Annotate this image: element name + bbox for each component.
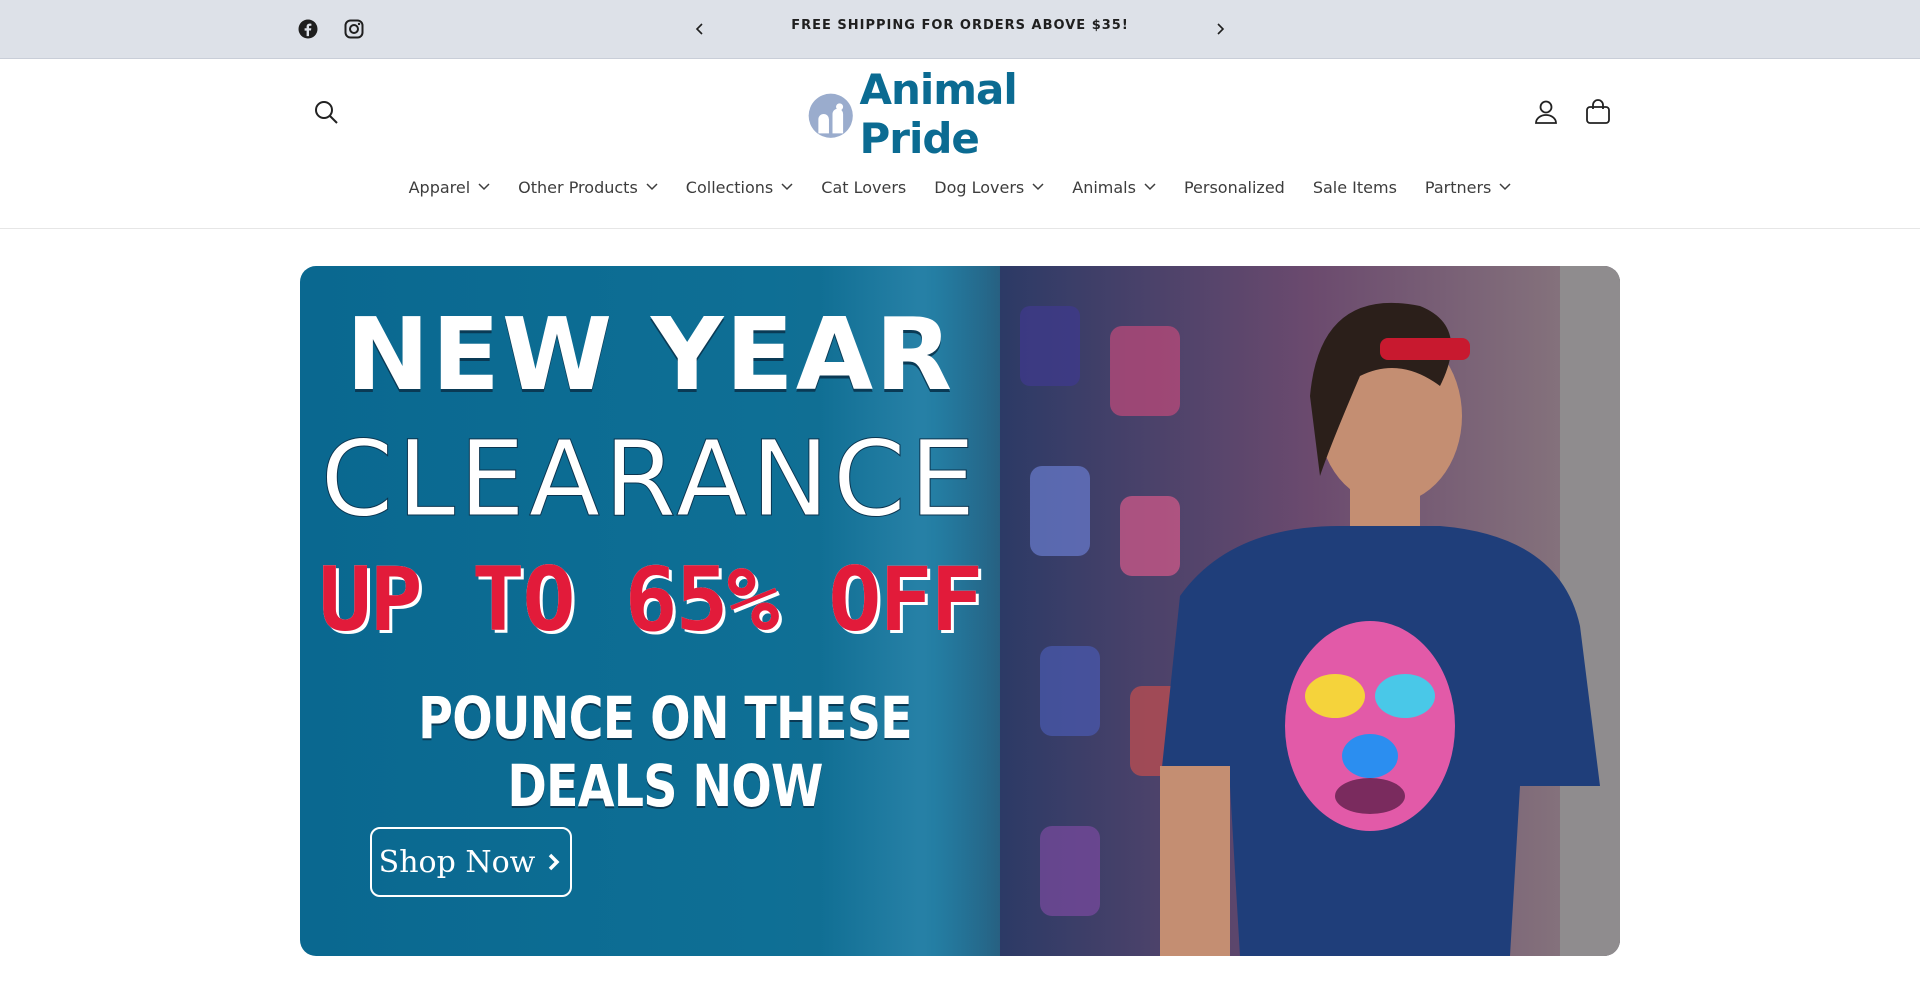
chevron-down-icon bbox=[1032, 181, 1044, 193]
site-logo[interactable]: Animal Pride bbox=[806, 65, 1116, 163]
nav-item-cat-lovers[interactable]: Cat Lovers bbox=[821, 178, 906, 197]
nav-item-label: Cat Lovers bbox=[821, 177, 907, 197]
cart-icon[interactable] bbox=[1581, 95, 1615, 129]
nav-item-label: Animals bbox=[1072, 177, 1136, 197]
chevron-right-icon bbox=[547, 851, 563, 873]
search-icon[interactable] bbox=[309, 95, 343, 129]
nav-item-sale-items[interactable]: Sale Items bbox=[1313, 178, 1397, 197]
nav-item-collections[interactable]: Collections bbox=[686, 178, 793, 197]
hero-headline: NEW YEAR bbox=[345, 296, 955, 413]
hero-tagline: POUNCE ON THESE DEALS NOW bbox=[418, 684, 912, 820]
chevron-down-icon bbox=[781, 181, 793, 193]
logo-mark-icon bbox=[808, 93, 853, 138]
nav-item-dog-lovers[interactable]: Dog Lovers bbox=[934, 178, 1044, 197]
hero-banner[interactable]: NEW YEAR CLEARANCE UP TO 65% OFF POUNCE … bbox=[300, 266, 1620, 956]
chevron-down-icon bbox=[646, 181, 658, 193]
hero-model-photo bbox=[1000, 266, 1620, 956]
nav-item-partners[interactable]: Partners bbox=[1425, 178, 1511, 197]
announcement-prev-button[interactable] bbox=[688, 17, 712, 41]
nav-item-label: Sale Items bbox=[1312, 177, 1397, 197]
nav-item-other-products[interactable]: Other Products bbox=[518, 178, 658, 197]
logo-text: Animal Pride bbox=[859, 65, 1017, 163]
facebook-icon[interactable] bbox=[296, 17, 320, 41]
hero-subheadline: CLEARANCE bbox=[320, 418, 980, 541]
main-nav: Apparel Other Products Collections Cat L… bbox=[0, 172, 1920, 202]
nav-item-apparel[interactable]: Apparel bbox=[409, 178, 491, 197]
announcement-next-button[interactable] bbox=[1208, 17, 1232, 41]
nav-item-label: Dog Lovers bbox=[934, 177, 1025, 197]
nav-item-animals[interactable]: Animals bbox=[1072, 178, 1156, 197]
announcement-bar: FREE SHIPPING FOR ORDERS ABOVE $35! bbox=[0, 0, 1920, 59]
chevron-down-icon bbox=[1144, 181, 1156, 193]
site-header: Animal Pride Apparel Other Products Coll… bbox=[0, 60, 1920, 229]
shop-now-label: Shop Now bbox=[378, 844, 536, 880]
shop-now-button[interactable]: Shop Now bbox=[370, 827, 572, 897]
nav-item-label: Collections bbox=[685, 177, 774, 197]
chevron-down-icon bbox=[1499, 181, 1511, 193]
announcement-text: FREE SHIPPING FOR ORDERS ABOVE $35! bbox=[791, 18, 1129, 33]
instagram-icon[interactable] bbox=[342, 17, 366, 41]
chevron-down-icon bbox=[478, 181, 490, 193]
hero-discount: UP TO 65% OFF bbox=[318, 548, 984, 651]
account-icon[interactable] bbox=[1529, 95, 1563, 129]
nav-item-label: Apparel bbox=[408, 177, 471, 197]
nav-item-label: Partners bbox=[1424, 177, 1492, 197]
nav-item-label: Personalized bbox=[1183, 177, 1285, 197]
nav-item-personalized[interactable]: Personalized bbox=[1184, 178, 1285, 197]
nav-item-label: Other Products bbox=[518, 177, 638, 197]
